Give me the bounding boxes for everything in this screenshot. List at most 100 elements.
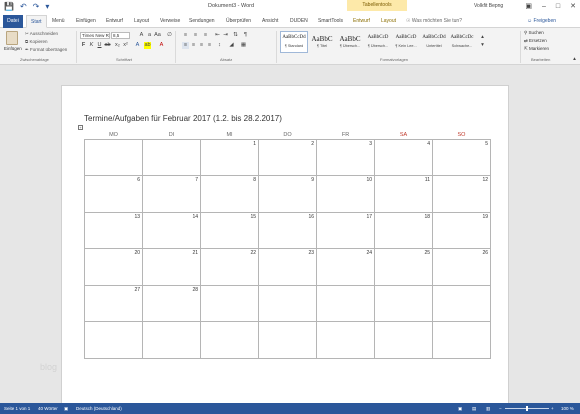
user-name[interactable]: Volkfit Bepng [474,3,503,9]
multilevel-list-icon[interactable]: ≡ [202,32,209,39]
day-cell[interactable]: 13 [84,211,143,249]
change-case-icon[interactable]: Aa [154,32,161,39]
day-cell[interactable]: 12 [432,175,491,213]
more-icon[interactable]: ▾ [45,2,49,12]
tab-design[interactable]: Entwurf [106,16,123,27]
styles-scroll-up-icon[interactable]: ▴ [479,34,486,41]
day-cell[interactable] [84,138,143,176]
document-page[interactable]: Termine/Aufgaben für Februar 2017 (1.2. … [61,85,509,403]
align-right-icon[interactable]: ≡ [198,42,205,49]
tab-menu[interactable]: Menü [52,16,65,27]
day-cell[interactable]: 5 [432,138,491,176]
day-cell[interactable] [142,321,201,359]
day-cell[interactable]: 24 [316,248,375,286]
numbering-icon[interactable]: ≡ [192,32,199,39]
table-move-handle-icon[interactable]: + [78,125,83,130]
shading-icon[interactable]: ◢ [228,42,235,49]
style-standard[interactable]: AaBbCcDd ¶ Standard [280,31,308,53]
subscript-icon[interactable]: x₂ [114,42,121,49]
day-cell[interactable]: 28 [142,284,201,322]
day-cell[interactable] [316,284,375,322]
paste-label[interactable]: Einfügen [4,46,22,51]
day-cell[interactable] [432,284,491,322]
day-cell[interactable]: 20 [84,248,143,286]
bullets-icon[interactable]: ≡ [182,32,189,39]
tab-start[interactable]: Start [26,15,47,28]
bold-icon[interactable]: F [80,42,87,49]
language-indicator[interactable]: Deutsch (Deutschland) [76,403,122,414]
day-cell[interactable]: 25 [374,248,433,286]
style-heading2[interactable]: AaBbCcD ¶ Übersch... [364,31,392,53]
web-layout-icon[interactable]: ▥ [486,403,490,414]
day-cell[interactable] [200,284,259,322]
day-cell[interactable]: 19 [432,211,491,249]
day-cell[interactable]: 26 [432,248,491,286]
copy-button[interactable]: ⧉ Kopieren [25,39,47,44]
zoom-slider-thumb[interactable] [526,406,528,411]
tab-view[interactable]: Ansicht [262,16,278,27]
save-icon[interactable]: 💾 [4,2,14,12]
collapse-ribbon-icon[interactable]: ▴ [571,56,578,63]
day-cell[interactable]: 22 [200,248,259,286]
align-center-icon[interactable]: ≡ [190,42,197,49]
style-title[interactable]: AaBbC ¶ Titel [308,31,336,53]
day-cell[interactable] [316,321,375,359]
underline-icon[interactable]: U [96,42,103,49]
font-size-select[interactable]: 8,5 [111,32,130,39]
tab-table-design[interactable]: Entwurf [353,16,370,27]
zoom-in-icon[interactable]: + [551,403,554,414]
style-subtitle[interactable]: AaBbCcDd Untertitel [420,31,448,53]
format-painter-button[interactable]: ✒ Format übertragen [25,47,67,53]
tab-review[interactable]: Überprüfen [226,16,251,27]
strikethrough-icon[interactable]: ab [104,42,111,49]
word-count[interactable]: 40 Wörter [38,403,58,414]
tab-smarttools[interactable]: SmartTools [318,16,343,27]
style-subtle-emphasis[interactable]: AaBbCcDc Schwache... [448,31,476,53]
day-cell[interactable]: 18 [374,211,433,249]
day-cell[interactable] [84,321,143,359]
day-cell[interactable]: 4 [374,138,433,176]
minimize-icon[interactable]: – [542,2,546,11]
styles-scroll-down-icon[interactable]: ▾ [479,42,486,49]
paste-icon[interactable] [6,31,18,45]
day-cell[interactable] [200,321,259,359]
document-heading[interactable]: Termine/Aufgaben für Februar 2017 (1.2. … [84,114,282,123]
find-button[interactable]: ⚲ Suchen [524,30,544,36]
tell-me-box[interactable]: ☉ Was möchten Sie tun? [406,16,462,27]
style-heading1[interactable]: AaBbC ¶ Übersch... [336,31,364,53]
superscript-icon[interactable]: x² [122,42,129,49]
day-cell[interactable]: 15 [200,211,259,249]
tab-table-layout[interactable]: Layout [381,16,396,27]
tab-references[interactable]: Verweise [160,16,180,27]
day-cell[interactable] [432,321,491,359]
sort-icon[interactable]: ⇅ [232,32,239,39]
tab-layout[interactable]: Layout [134,16,149,27]
shrink-font-icon[interactable]: a [146,32,153,39]
cut-button[interactable]: ✂ Ausschneiden [25,31,58,37]
italic-icon[interactable]: K [88,42,95,49]
maximize-icon[interactable]: □ [556,2,560,11]
highlight-icon[interactable]: ab [144,42,151,49]
line-spacing-icon[interactable]: ↕ [216,42,223,49]
select-button[interactable]: ⇱ Markieren [524,46,549,52]
close-icon[interactable]: ✕ [570,2,576,11]
decrease-indent-icon[interactable]: ⇤ [214,32,221,39]
day-cell[interactable]: 11 [374,175,433,213]
ribbon-display-icon[interactable]: ▣ [525,2,532,11]
replace-button[interactable]: ⇄ Ersetzen [524,38,547,44]
increase-indent-icon[interactable]: ⇥ [222,32,229,39]
day-cell[interactable]: 8 [200,175,259,213]
day-cell[interactable] [258,321,317,359]
day-cell[interactable]: 27 [84,284,143,322]
day-cell[interactable]: 16 [258,211,317,249]
align-left-icon[interactable]: ≡ [182,42,189,49]
page-count[interactable]: Seite 1 von 1 [4,403,30,414]
tab-insert[interactable]: Einfügen [76,16,96,27]
font-name-select[interactable]: Times New R [80,32,110,39]
day-cell[interactable] [374,284,433,322]
borders-icon[interactable]: ▦ [240,42,247,49]
calendar-table[interactable]: MO DI MI DO FR SA SO 12345 6 7 8 9 10 11 12 13… [84,131,491,359]
day-cell[interactable] [142,138,201,176]
day-cell[interactable]: 2 [258,138,317,176]
tab-mailings[interactable]: Sendungen [189,16,215,27]
